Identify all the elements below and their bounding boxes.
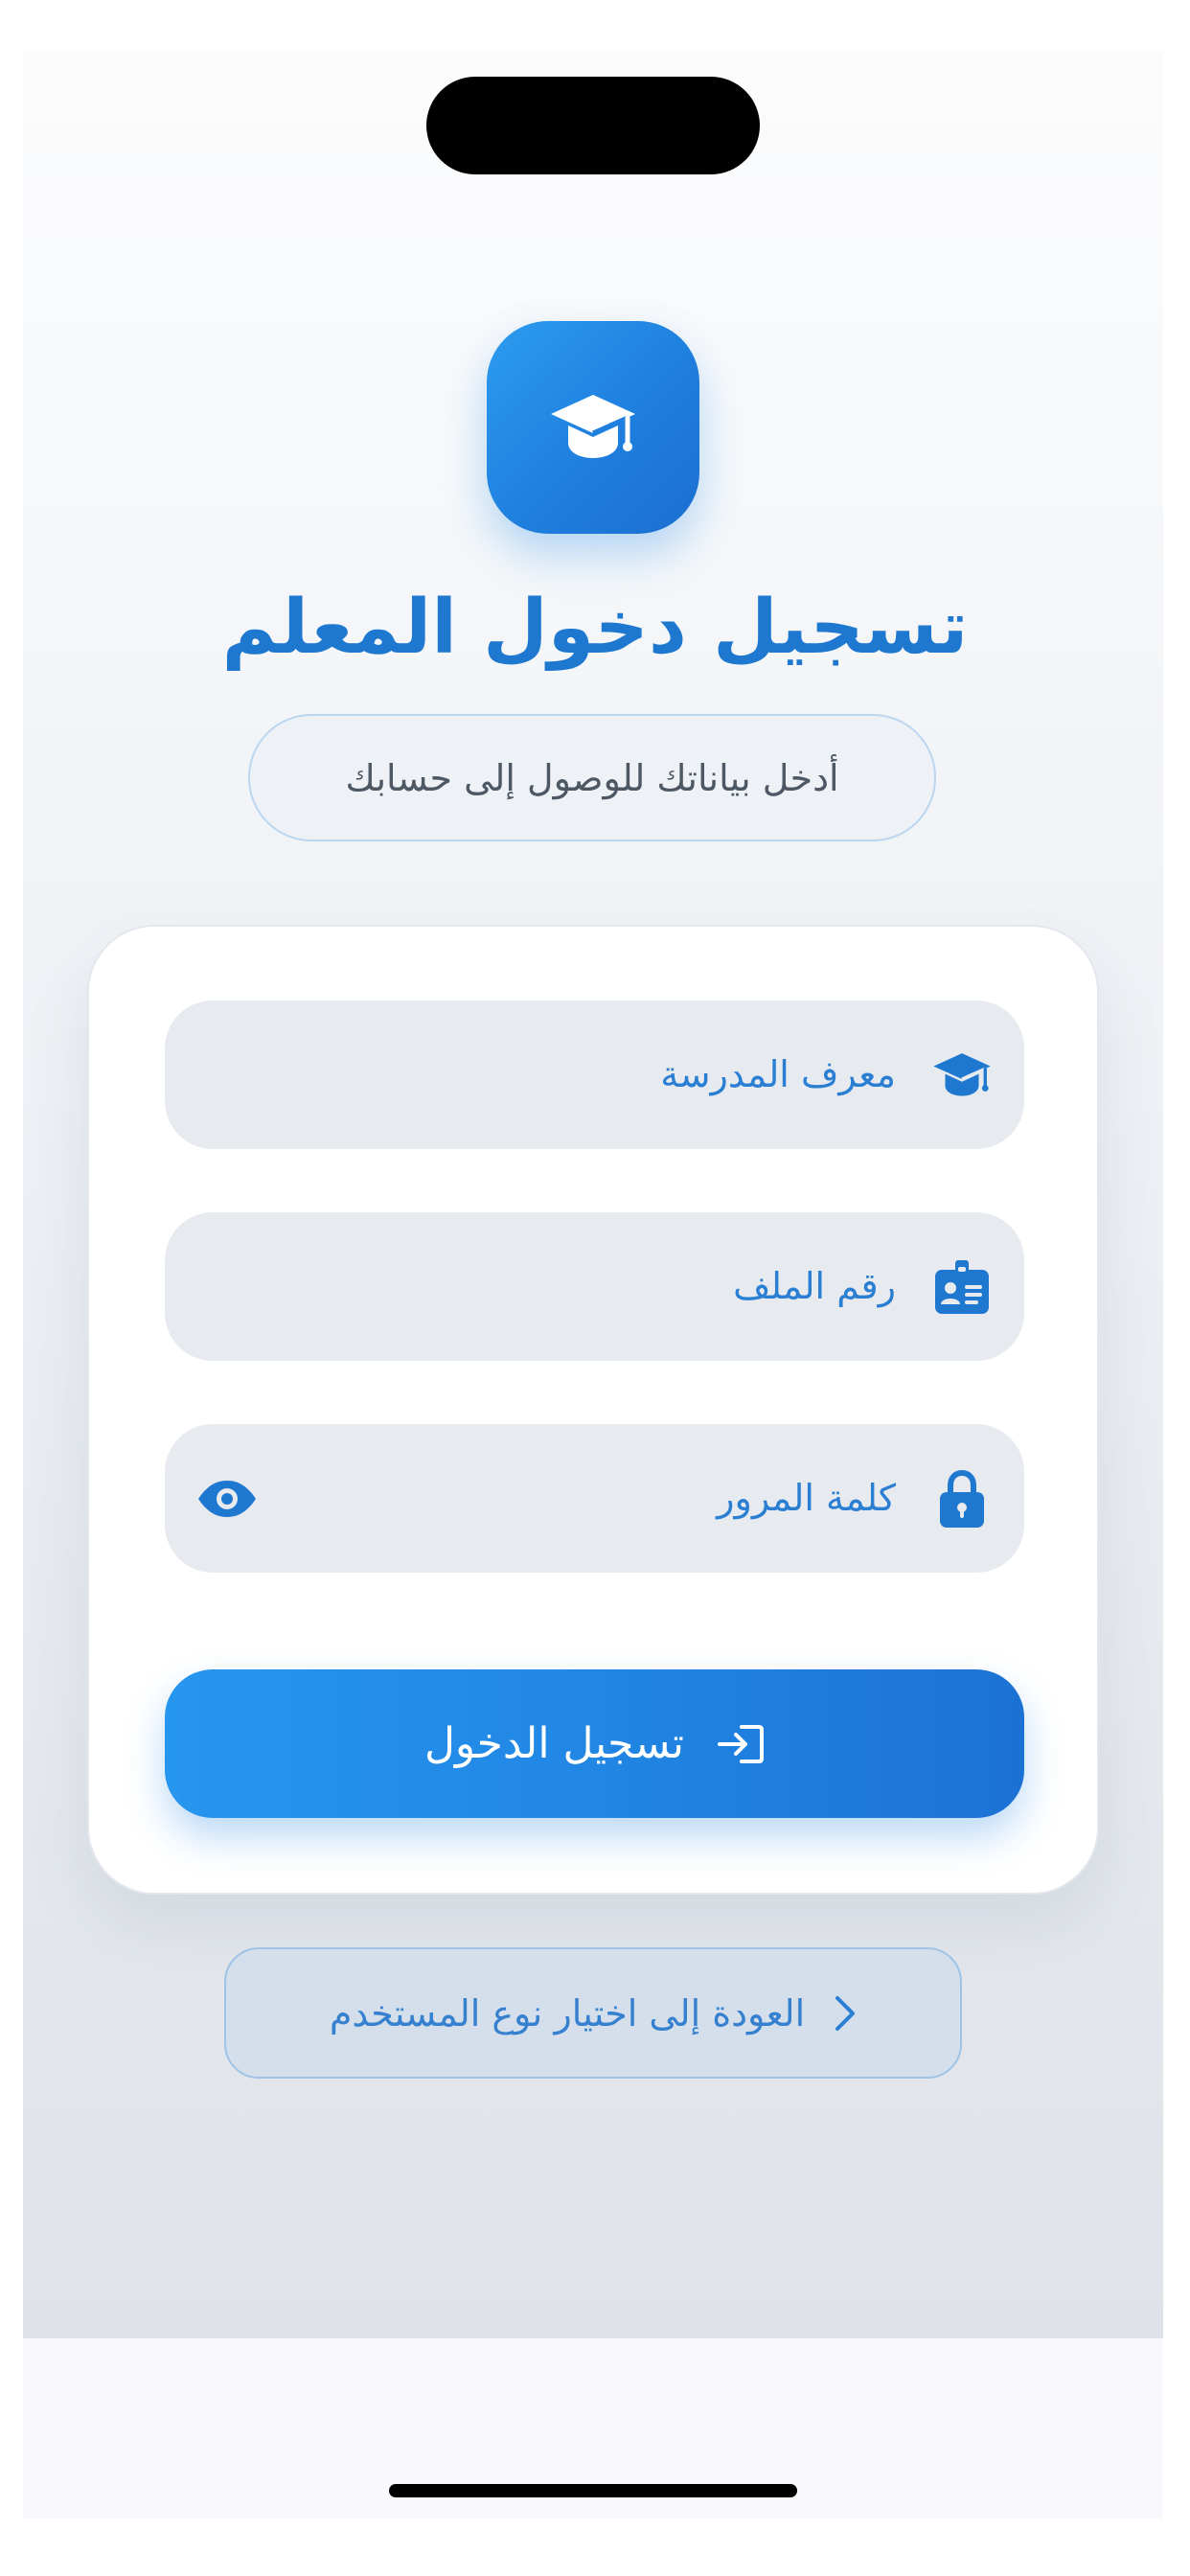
app-logo	[487, 321, 699, 534]
back-to-user-type-button[interactable]: العودة إلى اختيار نوع المستخدم	[224, 1947, 962, 2079]
lock-icon	[930, 1467, 994, 1530]
login-button[interactable]: تسجيل الدخول	[165, 1669, 1024, 1818]
back-button-label: العودة إلى اختيار نوع المستخدم	[329, 1991, 806, 2035]
eye-icon[interactable]	[195, 1467, 259, 1530]
graduation-cap-icon	[551, 395, 635, 458]
home-indicator[interactable]	[389, 2484, 797, 2497]
file-number-field[interactable]: رقم الملف	[165, 1212, 1024, 1361]
password-placeholder: كلمة المرور	[717, 1477, 896, 1519]
chevron-right-icon	[834, 1994, 857, 2033]
login-card: معرف المدرسة رقم الملف كلمة المرور تسجيل…	[87, 925, 1099, 1895]
subtitle-text: أدخل بياناتك للوصول إلى حسابك	[345, 756, 839, 799]
page-title: تسجيل دخول المعلم	[221, 585, 969, 671]
school-id-field[interactable]: معرف المدرسة	[165, 1000, 1024, 1149]
subtitle-pill: أدخل بياناتك للوصول إلى حسابك	[248, 714, 936, 841]
graduation-cap-icon	[930, 1044, 994, 1107]
dynamic-island	[426, 77, 760, 174]
school-id-placeholder: معرف المدرسة	[660, 1053, 896, 1095]
file-number-placeholder: رقم الملف	[733, 1265, 896, 1307]
sign-in-icon	[717, 1723, 765, 1765]
id-badge-icon	[930, 1255, 994, 1319]
password-field[interactable]: كلمة المرور	[165, 1424, 1024, 1573]
login-button-label: تسجيل الدخول	[423, 1719, 685, 1768]
